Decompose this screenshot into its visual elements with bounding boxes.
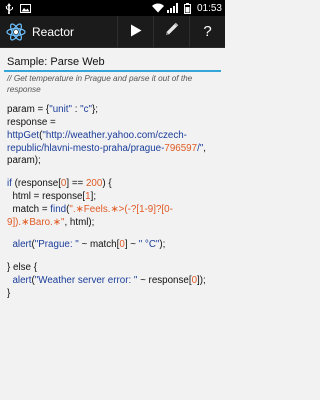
script-title-field-wrap (4, 50, 221, 72)
screen: 01:53 Reactor ? Sample: Parse Web // Get… (0, 0, 225, 400)
reactor-logo-icon[interactable] (4, 20, 28, 44)
code-line-else: } else { (7, 262, 37, 274)
pencil-icon (164, 22, 179, 41)
code-line-param: param = {"unit" : "c"}; (7, 104, 99, 116)
code-line-if: if (response[0] == 200) { (7, 178, 112, 190)
help-button[interactable]: ? (189, 15, 225, 48)
image-icon (19, 2, 31, 14)
code-line-response: response = httpGet("http://weather.yahoo… (7, 116, 209, 167)
battery-icon (182, 2, 194, 14)
edit-button[interactable] (153, 15, 189, 48)
signal-icon (167, 2, 179, 14)
code-editor[interactable]: // Get temperature in Prague and parse i… (4, 74, 221, 392)
status-bar: 01:53 (0, 0, 225, 16)
app-title: Reactor (32, 24, 75, 39)
run-button[interactable] (117, 15, 153, 48)
script-title-input[interactable] (4, 50, 221, 70)
clock: 01:53 (196, 2, 222, 14)
title-underline (4, 70, 221, 72)
code-line-alert-ok: alert("Prague: " ~ match[0] ~ " °C"); (12, 239, 166, 251)
code-comment: // Get temperature in Prague and parse i… (7, 74, 195, 94)
code-line-match: match = find(".∗Feels.∗>(-?[1-9]?[0-9]).… (7, 203, 173, 228)
play-icon (130, 22, 142, 41)
code-line-alert-error: alert("Weather server error: " ~ respons… (12, 274, 206, 286)
code-line-close: } (7, 287, 11, 299)
help-label: ? (203, 23, 212, 40)
wifi-icon (151, 2, 164, 14)
action-bar: Reactor ? (0, 15, 225, 48)
code-line-html: html = response[1]; (7, 190, 97, 202)
usb-icon (3, 2, 15, 14)
